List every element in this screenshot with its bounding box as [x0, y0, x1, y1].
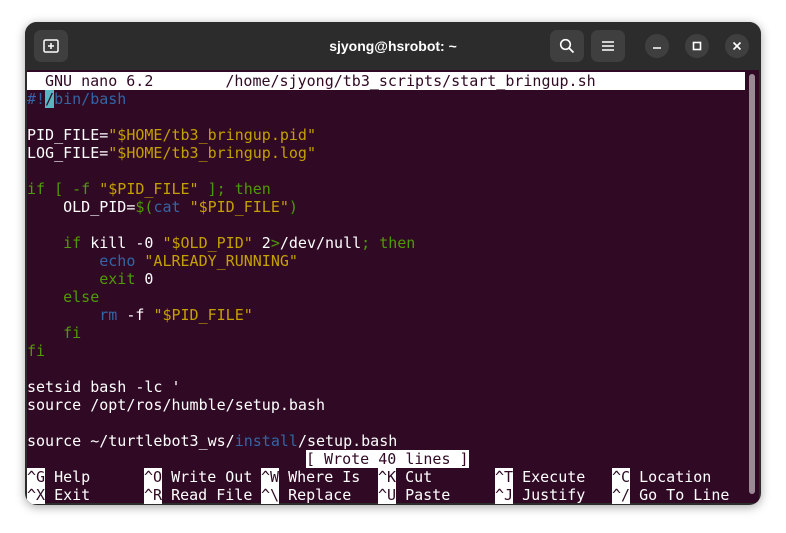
text-cursor: /: [45, 90, 55, 108]
code-line-12: else: [27, 288, 100, 306]
code-line-10: echo "ALREADY_RUNNING": [99, 252, 298, 270]
shortcut-location[interactable]: ^C Location: [612, 468, 711, 486]
maximize-button[interactable]: [685, 34, 709, 58]
search-button[interactable]: [550, 30, 584, 62]
shortcut-execute[interactable]: ^T Execute: [495, 468, 585, 486]
shortcut-go-to-line[interactable]: ^/ Go To Line: [612, 486, 729, 504]
nano-version: GNU nano 6.2: [45, 72, 154, 90]
close-button[interactable]: [725, 34, 749, 58]
shortcut-where-is[interactable]: ^W Where Is: [261, 468, 360, 486]
shortcut-paste[interactable]: ^U Paste: [378, 486, 450, 504]
code-line-15: fi: [27, 342, 46, 360]
code-line-18: source /opt/ros/humble/setup.bash: [27, 396, 326, 414]
shortcut-read-file[interactable]: ^R Read File: [144, 486, 252, 504]
code-line-13: rm -f "$PID_FILE": [99, 306, 253, 324]
shortcut-help[interactable]: ^G Help: [27, 468, 90, 486]
code-line-9: if kill -0 "$OLD_PID" 2>/dev/null; then: [63, 234, 416, 252]
code-line-14: fi: [27, 324, 82, 342]
scrollbar[interactable]: [749, 74, 755, 494]
shortcut-write-out[interactable]: ^O Write Out: [144, 468, 252, 486]
shortcut-justify[interactable]: ^J Justify: [495, 486, 585, 504]
code-line-1: #!/bin/bash: [27, 90, 127, 108]
code-line-20: source ~/turtlebot3_ws/install/setup.bas…: [27, 432, 398, 450]
shortcut-replace[interactable]: ^\ Replace: [261, 486, 351, 504]
close-icon: [732, 41, 742, 51]
menu-button[interactable]: [591, 30, 625, 62]
terminal-area[interactable]: GNU nano 6.2/home/sjyong/tb3_scripts/sta…: [27, 70, 759, 504]
shortcut-exit[interactable]: ^X Exit: [27, 486, 90, 504]
nano-header: GNU nano 6.2/home/sjyong/tb3_scripts/sta…: [27, 72, 745, 90]
shortcut-cut[interactable]: ^K Cut: [378, 468, 432, 486]
code-line-4: LOG_FILE="$HOME/tb3_bringup.log": [27, 144, 316, 162]
code-line-7: OLD_PID=$(cat "$PID_FILE"): [27, 198, 298, 216]
minimize-icon: [653, 47, 661, 49]
maximize-icon: [692, 41, 702, 51]
code-line-11: exit 0: [99, 270, 154, 288]
search-icon: [559, 38, 575, 54]
status-message: [ Wrote 40 lines ]: [306, 450, 469, 468]
minimize-button[interactable]: [645, 34, 669, 58]
code-line-17: setsid bash -lc ': [27, 378, 181, 396]
terminal-window: sjyong@hsrobot: ~ GNU nano 6.2/home/sjyo…: [25, 22, 761, 505]
title-bar: sjyong@hsrobot: ~: [25, 22, 761, 70]
nano-file-path: /home/sjyong/tb3_scripts/start_bringup.s…: [225, 72, 596, 90]
code-line-3: PID_FILE="$HOME/tb3_bringup.pid": [27, 126, 316, 144]
hamburger-menu-icon: [602, 41, 614, 51]
code-line-6: if [ -f "$PID_FILE" ]; then: [27, 180, 271, 198]
